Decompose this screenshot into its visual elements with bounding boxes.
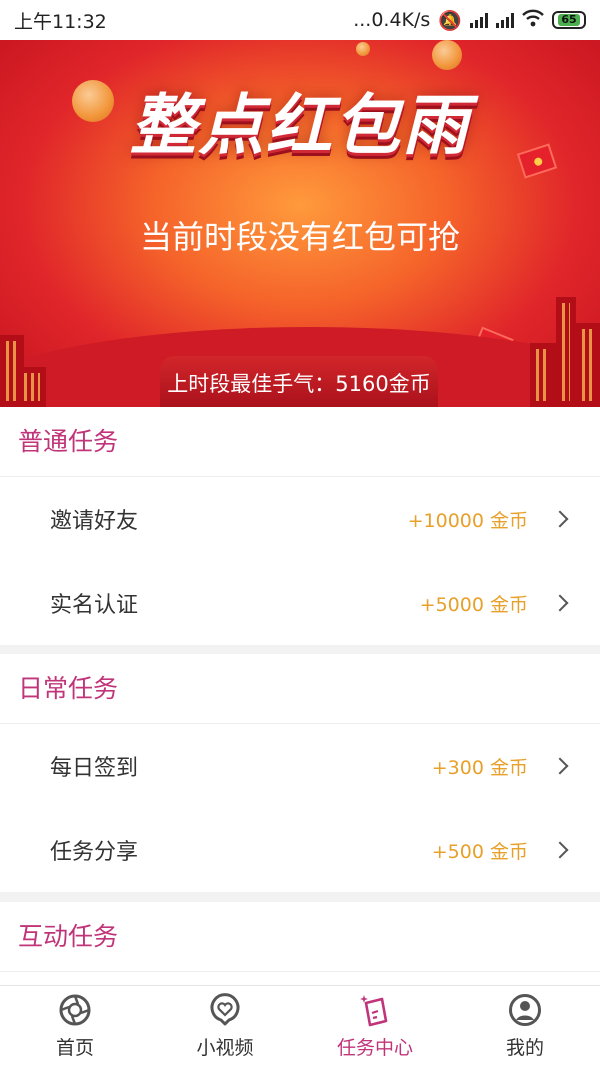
nav-short-video[interactable]: 小视频 — [150, 986, 300, 1067]
mute-icon: 🔕 — [438, 9, 462, 32]
section-interactive-tasks: 互动任务 — [0, 902, 600, 985]
profile-icon — [509, 994, 541, 1026]
nav-label: 首页 — [55, 1037, 94, 1059]
task-name: 每日签到 — [50, 756, 139, 781]
signal-icon — [496, 12, 514, 28]
task-center-icon — [360, 995, 388, 1027]
task-row-invite-friends[interactable]: 邀请好友 +10000 金币 — [0, 477, 600, 561]
section-title: 普通任务 — [0, 407, 600, 477]
coin-decoration-icon — [432, 40, 462, 70]
bottom-nav: 首页 小视频 任务中心 我的 — [0, 985, 600, 1067]
city-skyline — [18, 367, 46, 407]
chevron-right-icon — [551, 757, 569, 775]
section-daily-tasks: 日常任务 每日签到 +300 金币 任务分享 +500 金币 — [0, 654, 600, 892]
status-indicators: ...0.4K/s 🔕 65 — [353, 9, 586, 32]
section-normal-tasks: 普通任务 邀请好友 +10000 金币 实名认证 +5000 金币 — [0, 407, 600, 645]
task-row-real-name[interactable]: 实名认证 +5000 金币 — [0, 561, 600, 645]
best-luck-pill: 上时段最佳手气：5160金币 — [160, 356, 438, 407]
task-reward: +300 金币 — [431, 756, 528, 779]
banner-subtitle: 当前时段没有红包可抢 — [139, 218, 460, 256]
status-bar: 上午11:32 ...0.4K/s 🔕 65 — [0, 0, 600, 40]
status-time: 上午11:32 — [14, 10, 107, 33]
video-heart-icon — [210, 993, 240, 1026]
task-reward: +5000 金币 — [419, 593, 528, 616]
city-skyline — [530, 343, 556, 407]
task-name: 邀请好友 — [50, 509, 139, 534]
nav-profile[interactable]: 我的 — [450, 986, 600, 1067]
nav-task-center[interactable]: 任务中心 — [300, 986, 450, 1067]
nav-label: 我的 — [505, 1037, 544, 1059]
task-row-daily-checkin[interactable]: 每日签到 +300 金币 — [0, 724, 600, 808]
coin-decoration-icon — [356, 42, 370, 56]
task-name: 任务分享 — [50, 840, 139, 865]
chevron-right-icon — [551, 841, 569, 859]
battery-icon: 65 — [552, 11, 586, 29]
red-packet-rain-banner[interactable]: 整点红包雨 当前时段没有红包可抢 上时段最佳手气：5160金币 — [0, 40, 600, 407]
home-icon — [59, 994, 91, 1026]
city-skyline — [576, 323, 600, 407]
banner-title: 整点红包雨 — [130, 87, 470, 164]
wifi-icon — [522, 9, 544, 32]
battery-level: 65 — [558, 14, 580, 26]
section-title: 互动任务 — [0, 902, 600, 972]
chevron-right-icon — [551, 510, 569, 528]
section-title: 日常任务 — [0, 654, 600, 724]
task-name: 实名认证 — [50, 593, 139, 618]
task-reward: +10000 金币 — [407, 509, 528, 532]
task-row-share[interactable]: 任务分享 +500 金币 — [0, 808, 600, 892]
nav-home[interactable]: 首页 — [0, 986, 150, 1067]
chevron-right-icon — [551, 594, 569, 612]
nav-label: 小视频 — [196, 1037, 254, 1059]
network-speed: ...0.4K/s — [353, 9, 431, 31]
city-skyline — [556, 297, 576, 407]
task-reward: +500 金币 — [431, 840, 528, 863]
nav-label: 任务中心 — [336, 1037, 413, 1059]
signal-icon — [470, 12, 488, 28]
